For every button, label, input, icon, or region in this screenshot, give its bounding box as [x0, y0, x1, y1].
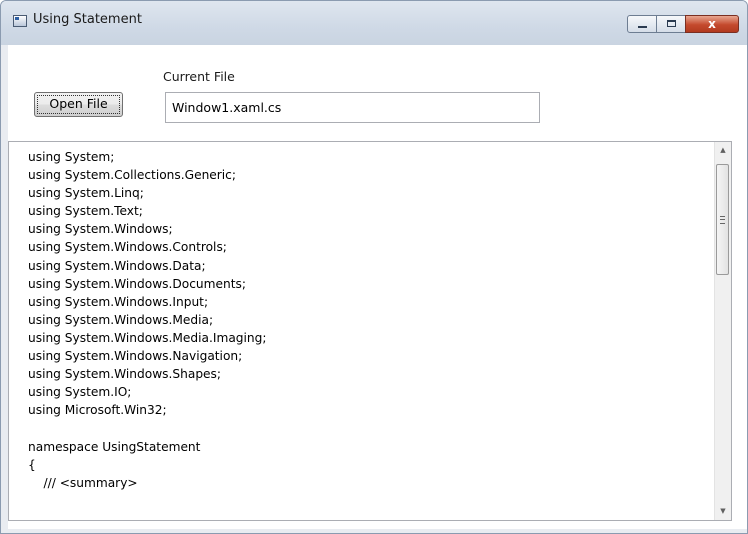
vertical-scrollbar[interactable]: ▲ ▼	[714, 142, 731, 520]
maximize-button[interactable]	[656, 15, 686, 33]
close-button[interactable]: x	[685, 15, 739, 33]
scroll-down-arrow-icon[interactable]: ▼	[715, 503, 731, 520]
window-icon[interactable]	[13, 15, 27, 27]
scrollbar-grip-icon	[720, 216, 725, 224]
minimize-icon	[638, 26, 647, 28]
code-content: using System; using System.Collections.G…	[28, 150, 267, 490]
current-file-field[interactable]: Window1.xaml.cs	[165, 92, 540, 123]
main-window: Using Statement x Current File Open File…	[0, 0, 748, 534]
open-file-button[interactable]: Open File	[34, 92, 123, 117]
close-icon: x	[708, 17, 716, 31]
code-textbox[interactable]: using System; using System.Collections.G…	[8, 141, 732, 521]
scrollbar-thumb[interactable]	[716, 164, 729, 275]
scroll-up-arrow-icon[interactable]: ▲	[715, 142, 731, 159]
maximize-icon	[667, 20, 676, 27]
current-file-label: Current File	[163, 69, 235, 84]
window-title: Using Statement	[33, 12, 142, 27]
title-bar[interactable]: Using Statement x	[1, 1, 747, 45]
minimize-button[interactable]	[627, 15, 657, 33]
